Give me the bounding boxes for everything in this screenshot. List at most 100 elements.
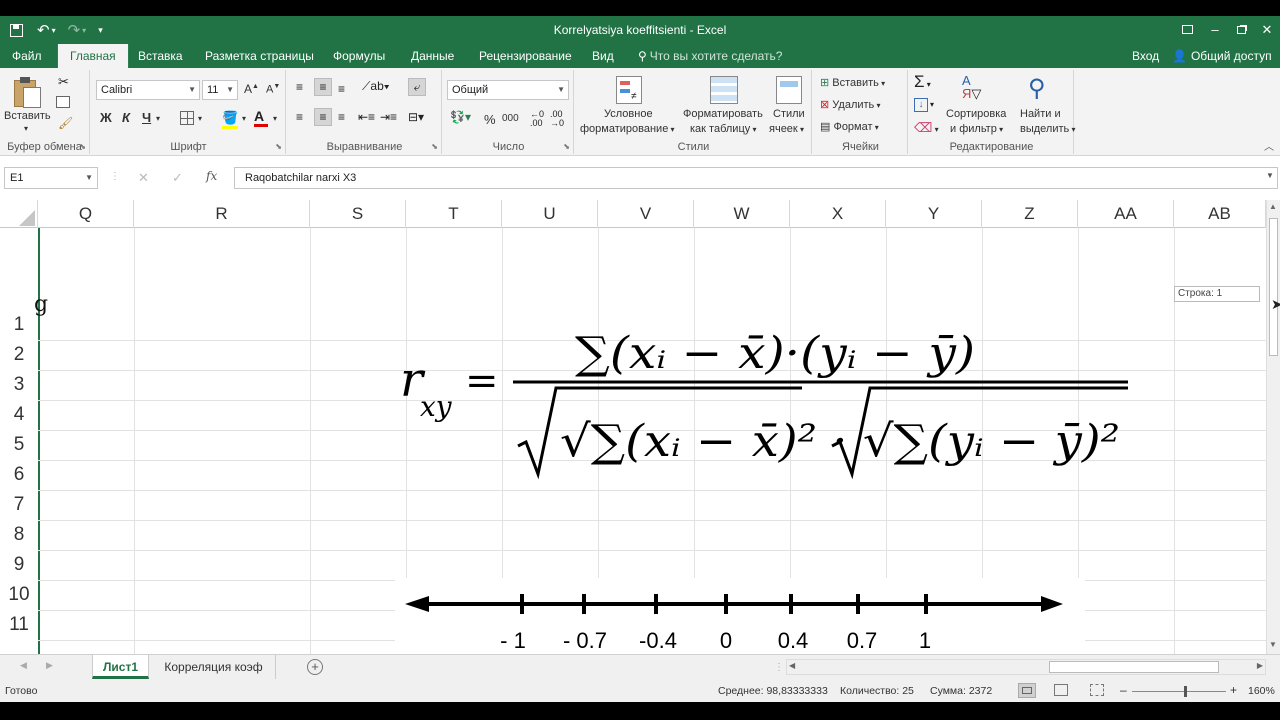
conditional-formatting-label-2[interactable]: форматирование ▾ <box>580 123 675 135</box>
orientation-icon[interactable]: ⟋ab▾ <box>362 79 390 94</box>
align-right-icon[interactable]: ≡ <box>338 110 345 124</box>
number-format-combo[interactable]: Общий ▼ <box>447 80 569 100</box>
conditional-formatting-icon[interactable]: ≠ <box>616 76 642 104</box>
column-header-ab[interactable]: AB <box>1174 200 1266 228</box>
find-select-label-1[interactable]: Найти и <box>1020 108 1061 120</box>
row-header-3[interactable]: 3 <box>0 370 38 400</box>
alignment-launcher-icon[interactable]: ⬊ <box>431 142 438 151</box>
paste-dropdown-icon[interactable]: ▾ <box>24 124 28 133</box>
scroll-up-icon[interactable]: ▲ <box>1269 202 1277 211</box>
scroll-tabs-left-icon[interactable]: ◀ <box>20 660 27 671</box>
page-break-preview-icon[interactable] <box>1090 684 1104 696</box>
normal-view-icon[interactable] <box>1018 683 1036 698</box>
row-header-4[interactable]: 4 <box>0 400 38 430</box>
correlation-scale-number-line[interactable]: - 1 - 0.7 -0.4 0 0.4 0.7 1 <box>395 578 1085 654</box>
new-sheet-plus-icon[interactable]: + <box>307 659 323 675</box>
cell-styles-label-1[interactable]: Стили <box>773 108 805 120</box>
confirm-entry-icon[interactable]: ✓ <box>172 170 183 186</box>
row-header-10[interactable]: 10 <box>0 580 38 610</box>
fill-icon[interactable]: ↓ <box>914 98 928 112</box>
cell-styles-icon[interactable] <box>776 76 802 104</box>
tab-file[interactable]: Файл <box>12 44 42 68</box>
zoom-in-icon[interactable]: + <box>1230 683 1237 697</box>
delete-cells-button[interactable]: ⊠ Удалить ▾ <box>820 98 881 111</box>
close-button[interactable]: ✕ <box>1254 19 1280 41</box>
font-color-icon[interactable]: A <box>254 108 268 127</box>
select-all-corner[interactable] <box>0 200 38 228</box>
copy-icon[interactable] <box>56 96 70 108</box>
clear-icon[interactable]: ⌫ ▾ <box>914 120 939 136</box>
comma-style-button[interactable]: 000 <box>502 113 519 124</box>
row-header-1[interactable]: 1 <box>0 310 38 340</box>
name-box[interactable]: E1 ▼ <box>4 167 98 189</box>
font-name-combo[interactable]: Calibri ▼ <box>96 80 200 100</box>
format-cells-button[interactable]: ▤ Формат ▾ <box>820 120 879 133</box>
borders-icon[interactable] <box>180 111 194 125</box>
format-as-table-label-1[interactable]: Форматировать <box>683 108 763 120</box>
formula-input[interactable]: Raqobatchilar narxi X3 <box>234 167 1278 189</box>
horizontal-scrollbar[interactable]: ◀ ▶ <box>786 659 1266 675</box>
ribbon-display-options-icon[interactable] <box>1174 19 1200 41</box>
format-as-table-icon[interactable] <box>710 76 738 104</box>
zoom-level[interactable]: 160% <box>1248 685 1275 697</box>
align-bottom-icon[interactable]: ≡ <box>338 82 345 96</box>
tab-page-layout[interactable]: Разметка страницы <box>205 44 314 68</box>
format-as-table-label-2[interactable]: как таблицу ▾ <box>690 123 757 135</box>
column-header-s[interactable]: S <box>310 200 406 228</box>
sort-filter-icon[interactable]: А Я▽ <box>962 74 981 100</box>
bold-button[interactable]: Ж <box>100 110 112 125</box>
align-top-icon[interactable]: ≡ <box>296 80 303 94</box>
borders-dropdown-icon[interactable]: ▾ <box>198 114 202 123</box>
fill-color-icon[interactable]: 🪣 <box>222 110 238 129</box>
page-layout-view-icon[interactable] <box>1054 684 1068 696</box>
column-header-z[interactable]: Z <box>982 200 1078 228</box>
clipboard-launcher-icon[interactable]: ⬊ <box>79 142 86 151</box>
accounting-format-icon[interactable]: 💱▾ <box>450 110 471 124</box>
tab-view[interactable]: Вид <box>592 44 614 68</box>
sort-filter-label-2[interactable]: и фильтр ▾ <box>950 123 1003 135</box>
zoom-out-icon[interactable]: – <box>1120 683 1127 697</box>
column-header-q[interactable]: Q <box>38 200 134 228</box>
row-header-7[interactable]: 7 <box>0 490 38 520</box>
vertical-scroll-thumb[interactable] <box>1269 218 1278 356</box>
horizontal-scroll-thumb[interactable] <box>1049 661 1219 673</box>
conditional-formatting-label-1[interactable]: Условное <box>604 108 653 120</box>
column-header-r[interactable]: R <box>134 200 310 228</box>
expand-formula-bar-icon[interactable]: ▼ <box>1266 171 1274 180</box>
align-left-icon[interactable]: ≡ <box>296 110 303 124</box>
wrap-text-icon[interactable]: ⤶ <box>408 78 426 96</box>
underline-dropdown-icon[interactable]: ▾ <box>156 114 160 123</box>
column-header-t[interactable]: T <box>406 200 502 228</box>
insert-function-icon[interactable]: fx <box>206 169 217 183</box>
font-size-combo[interactable]: 11 ▼ <box>202 80 238 100</box>
tab-review[interactable]: Рецензирование <box>479 44 572 68</box>
number-launcher-icon[interactable]: ⬊ <box>563 142 570 151</box>
column-header-x[interactable]: X <box>790 200 886 228</box>
row-header-6[interactable]: 6 <box>0 460 38 490</box>
font-launcher-icon[interactable]: ⬊ <box>275 142 282 151</box>
paste-icon[interactable] <box>14 76 42 108</box>
tab-insert[interactable]: Вставка <box>138 44 183 68</box>
scroll-left-icon[interactable]: ◀ <box>789 661 795 670</box>
increase-decimal-icon[interactable]: ←0.00 <box>530 110 544 128</box>
paste-button[interactable]: Вставить <box>4 110 51 122</box>
worksheet-grid[interactable]: 1 2 3 4 5 6 7 8 9 10 11 g r xy = ∑(xᵢ − … <box>0 228 1266 654</box>
decrease-indent-icon[interactable]: ⇤≡ <box>358 110 375 124</box>
fill-dropdown-icon[interactable]: ▾ <box>930 100 934 109</box>
tab-home[interactable]: Главная <box>57 44 129 68</box>
zoom-slider-thumb[interactable] <box>1184 686 1187 697</box>
row-header-8[interactable]: 8 <box>0 520 38 550</box>
underline-button[interactable]: Ч <box>142 110 151 125</box>
align-middle-icon[interactable]: ≡ <box>314 78 332 96</box>
column-header-aa[interactable]: AA <box>1078 200 1174 228</box>
collapse-ribbon-icon[interactable]: ︿ <box>1264 138 1274 153</box>
scroll-down-icon[interactable]: ▼ <box>1269 640 1277 649</box>
restore-button[interactable] <box>1228 19 1254 41</box>
increase-indent-icon[interactable]: ⇥≡ <box>380 110 397 124</box>
increase-font-icon[interactable]: A▲ <box>244 82 259 96</box>
decrease-font-icon[interactable]: A▼ <box>266 83 280 96</box>
zoom-slider-track[interactable] <box>1132 691 1226 692</box>
vertical-scrollbar[interactable]: ▲ ▼ <box>1266 200 1280 654</box>
fill-color-dropdown-icon[interactable]: ▾ <box>242 114 246 123</box>
scroll-right-icon[interactable]: ▶ <box>1257 661 1263 670</box>
